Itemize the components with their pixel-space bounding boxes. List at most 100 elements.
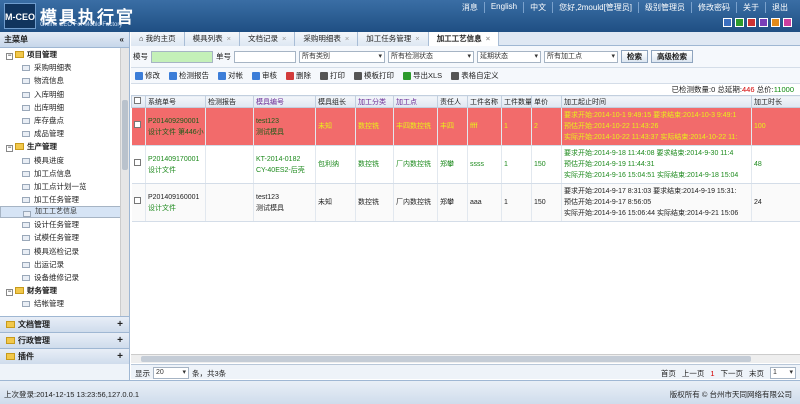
next-page-button[interactable]: 下一页 [721, 368, 744, 379]
page-size-select[interactable]: 20 [153, 367, 189, 379]
tab-process-info[interactable]: 加工工艺信息 × [428, 32, 500, 46]
cell-mold-no[interactable]: test123 测试模具 [253, 107, 316, 146]
last-page-button[interactable]: 末页 [749, 368, 764, 379]
category-select[interactable]: 所有类别 [299, 50, 385, 63]
collapse-icon[interactable]: − [6, 289, 13, 297]
tree-item-selected[interactable]: 加工工艺信息 [0, 206, 129, 219]
print-button[interactable]: 打印 [320, 70, 345, 81]
table-row[interactable]: P201409290001 设计文件 第446小 test123 测试模具 未知 数… [131, 107, 800, 146]
col-header[interactable]: 模具组长 [315, 95, 356, 108]
tree-item[interactable]: 出库明细 [0, 101, 129, 114]
search-button[interactable]: 检索 [621, 50, 648, 63]
col-header[interactable]: 加工点 [393, 95, 438, 108]
link-admin-level[interactable]: 级别管理员 [638, 2, 691, 13]
tree-item[interactable]: 模具巡检记录 [0, 245, 129, 258]
link-messages[interactable]: 消息 [456, 2, 484, 13]
link-english[interactable]: English [483, 2, 523, 13]
row-checkbox[interactable] [131, 107, 146, 146]
order-input[interactable] [234, 50, 296, 63]
first-page-button[interactable]: 首页 [661, 368, 676, 379]
tab-home[interactable]: ⌂ 我的主页 [131, 32, 185, 46]
tree-group-production[interactable]: − 生产管理 [0, 140, 129, 153]
sidebar-section-documents[interactable]: 文档管理 + [0, 316, 129, 332]
sidebar-scrollbar[interactable] [120, 48, 129, 316]
tree-item[interactable]: 加工点计划一览 [0, 180, 129, 193]
cell-sys-no[interactable]: P201409170001 设计文件 [145, 145, 206, 184]
inspection-status-select[interactable]: 所有检测状态 [388, 50, 474, 63]
scrollbar-thumb[interactable] [122, 100, 128, 170]
tree-item[interactable]: 入库明细 [0, 88, 129, 101]
close-tab-icon[interactable]: × [227, 34, 231, 43]
select-all-checkbox[interactable] [131, 95, 146, 108]
expand-icon[interactable]: + [117, 333, 123, 349]
link-logout[interactable]: 退出 [765, 2, 794, 13]
tab-document-records[interactable]: 文档记录 × [240, 32, 296, 46]
expand-icon[interactable]: + [117, 349, 123, 365]
table-row[interactable]: P201409160001 设计文件 test123 测试模具 未知 数控铣 厂内数… [131, 183, 800, 222]
col-header[interactable]: 责任人 [437, 95, 468, 108]
col-header[interactable]: 单价 [531, 95, 562, 108]
cell-mold-no[interactable]: KT-2014-0182 CY-40ES2-后壳 [253, 145, 316, 184]
tree-item[interactable]: 模具进度 [0, 154, 129, 167]
theme-swatch-red[interactable] [747, 18, 756, 27]
tab-task-management[interactable]: 加工任务管理 × [358, 32, 429, 46]
tree-item[interactable]: 加工任务管理 [0, 193, 129, 206]
tree-item[interactable]: 试模任务管理 [0, 231, 129, 244]
customize-table-button[interactable]: 表格自定义 [451, 70, 499, 81]
col-header[interactable]: 系统单号 [145, 95, 206, 108]
inspection-report-button[interactable]: 检测报告 [169, 70, 209, 81]
close-tab-icon[interactable]: × [415, 34, 419, 43]
collapse-icon[interactable]: − [6, 53, 13, 60]
row-checkbox[interactable] [131, 145, 146, 184]
delay-status-select[interactable]: 延期状态 [477, 50, 541, 63]
link-change-password[interactable]: 修改密码 [691, 2, 736, 13]
tree-item[interactable]: 设备维修记录 [0, 271, 129, 284]
theme-swatch-pink[interactable] [783, 18, 792, 27]
col-header[interactable]: 加工分类 [355, 95, 394, 108]
col-header[interactable]: 加工起止时间 [561, 95, 752, 108]
theme-swatch-blue[interactable] [723, 18, 732, 27]
goto-page-select[interactable]: 1 [770, 367, 796, 379]
table-row[interactable]: P201409170001 设计文件 KT-2014-0182 CY-40ES2-后… [131, 145, 800, 184]
close-tab-icon[interactable]: × [486, 34, 490, 43]
col-header[interactable]: 工件名称 [467, 95, 502, 108]
prev-page-button[interactable]: 上一页 [682, 368, 705, 379]
expand-icon[interactable]: + [117, 317, 123, 333]
link-about[interactable]: 关于 [736, 2, 765, 13]
template-print-button[interactable]: 模板打印 [354, 70, 394, 81]
tree-item[interactable]: 设计任务管理 [0, 218, 129, 231]
tree-item[interactable]: 出运记录 [0, 258, 129, 271]
tree-item[interactable]: 成品管理 [0, 127, 129, 140]
theme-swatch-green[interactable] [735, 18, 744, 27]
mold-input[interactable] [151, 50, 213, 63]
scrollbar-thumb[interactable] [141, 356, 751, 362]
cell-sys-no[interactable]: P201409290001 设计文件 第446小 [145, 107, 206, 146]
close-tab-icon[interactable]: × [282, 34, 286, 43]
cell-mold-no[interactable]: test123 测试模具 [253, 183, 316, 222]
col-header[interactable]: 模具编号 [253, 95, 316, 108]
horizontal-scrollbar[interactable] [131, 354, 800, 363]
tree-group-project[interactable]: − 项目管理 [0, 48, 129, 61]
edit-button[interactable]: 修改 [135, 70, 160, 81]
tree-item[interactable]: 库存盘点 [0, 114, 129, 127]
sidebar-section-admin[interactable]: 行政管理 + [0, 332, 129, 348]
export-xls-button[interactable]: 导出XLS [403, 70, 442, 81]
sidebar-section-plugins[interactable]: 插件 + [0, 348, 129, 364]
row-checkbox[interactable] [131, 183, 146, 222]
tree-item[interactable]: 采购明细表 [0, 61, 129, 74]
link-chinese[interactable]: 中文 [523, 2, 552, 13]
collapse-icon[interactable]: − [6, 145, 13, 153]
tree-group-finance[interactable]: − 财务管理 [0, 284, 129, 297]
tab-purchase-details[interactable]: 采购明细表 × [295, 32, 359, 46]
theme-swatch-orange[interactable] [771, 18, 780, 27]
tree-item[interactable]: 结帐管理 [0, 297, 129, 310]
tree-item[interactable]: 加工点信息 [0, 167, 129, 180]
close-tab-icon[interactable]: × [345, 34, 349, 43]
processing-site-select[interactable]: 所有加工点 [544, 50, 618, 63]
approve-button[interactable]: 审核 [252, 70, 277, 81]
delete-button[interactable]: 删除 [286, 70, 311, 81]
reconcile-button[interactable]: 对帐 [218, 70, 243, 81]
collapse-sidebar-icon[interactable]: « [120, 32, 124, 48]
cell-sys-no[interactable]: P201409160001 设计文件 [145, 183, 206, 222]
advanced-search-button[interactable]: 高级检索 [651, 50, 693, 63]
